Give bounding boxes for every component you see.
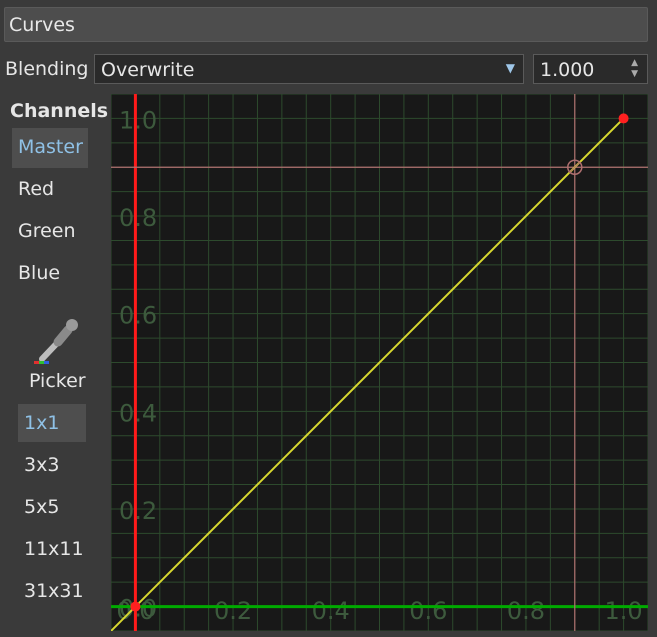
curve-control-point[interactable] bbox=[618, 113, 629, 124]
picker-label: Picker bbox=[29, 370, 86, 392]
channel-label: Blue bbox=[18, 262, 61, 284]
x-tick-label: 1.0 bbox=[605, 597, 643, 625]
x-tick-label: 0.8 bbox=[507, 597, 545, 625]
picker-size-5x5[interactable]: 5x5 bbox=[18, 488, 86, 526]
picker-size-label: 5x5 bbox=[24, 496, 60, 518]
x-tick-label: 0.6 bbox=[409, 597, 447, 625]
channel-label: Master bbox=[18, 136, 83, 158]
picker-size-3x3[interactable]: 3x3 bbox=[18, 446, 86, 484]
channel-label: Red bbox=[18, 178, 55, 200]
curves-graph[interactable]: 0.00.20.40.60.81.00.00.20.40.60.81.0 bbox=[111, 94, 648, 631]
picker-size-label: 1x1 bbox=[24, 412, 60, 434]
y-tick-label: 0.8 bbox=[119, 204, 157, 232]
x-tick-label: 0.4 bbox=[312, 597, 350, 625]
chevron-down-icon[interactable]: ▼ bbox=[506, 61, 515, 75]
channel-item-red[interactable]: Red bbox=[12, 170, 88, 210]
blending-mode-select[interactable]: Overwrite ▼ bbox=[94, 54, 524, 84]
picker-size-label: 3x3 bbox=[24, 454, 60, 476]
y-tick-label: 1.0 bbox=[119, 106, 157, 134]
picker-size-label: 11x11 bbox=[24, 538, 84, 560]
y-tick-label: 0.2 bbox=[119, 497, 157, 525]
x-tick-label: 0.2 bbox=[214, 597, 252, 625]
channel-item-master[interactable]: Master bbox=[12, 128, 88, 168]
eyedropper-icon[interactable] bbox=[32, 316, 84, 366]
picker-size-1x1[interactable]: 1x1 bbox=[18, 404, 86, 442]
y-tick-label: 0.6 bbox=[119, 302, 157, 330]
picker-size-label: 31x31 bbox=[24, 580, 84, 602]
blending-amount-spinbox[interactable]: 1.000 ▲ ▼ bbox=[533, 54, 648, 84]
curve-control-point[interactable] bbox=[130, 601, 141, 612]
channels-title: Channels bbox=[10, 100, 109, 122]
y-tick-label: 0.4 bbox=[119, 399, 157, 427]
panel-title-bar[interactable]: Curves bbox=[4, 7, 648, 42]
blending-mode-value: Overwrite bbox=[101, 59, 195, 81]
spin-up-icon[interactable]: ▲ bbox=[631, 59, 638, 68]
blending-amount-value: 1.000 bbox=[540, 59, 595, 81]
channel-item-green[interactable]: Green bbox=[12, 212, 88, 252]
panel-title: Curves bbox=[9, 14, 75, 36]
channel-label: Green bbox=[18, 220, 76, 242]
channel-item-blue[interactable]: Blue bbox=[12, 254, 88, 294]
picker-size-11x11[interactable]: 11x11 bbox=[18, 530, 86, 568]
blending-label: Blending bbox=[5, 58, 89, 80]
spin-down-icon[interactable]: ▼ bbox=[631, 70, 638, 79]
picker-size-31x31[interactable]: 31x31 bbox=[18, 572, 86, 610]
